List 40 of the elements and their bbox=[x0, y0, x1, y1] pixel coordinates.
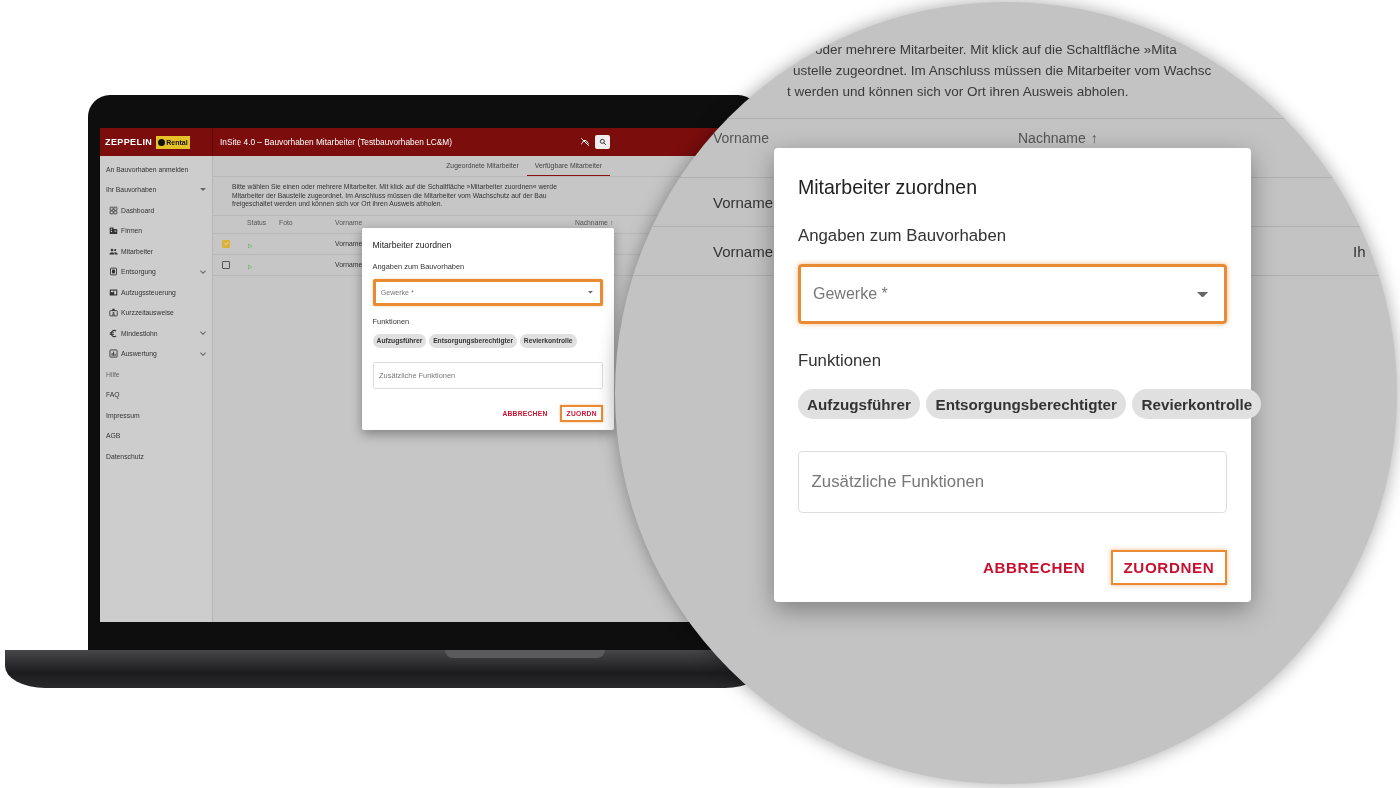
column-header: Vorname bbox=[713, 130, 770, 146]
dialog-title: Mitarbeiter zuordnen bbox=[798, 175, 977, 201]
function-chip[interactable]: Revierkontrolle bbox=[1132, 388, 1262, 420]
checkmark-icon bbox=[223, 241, 229, 246]
building-icon bbox=[109, 226, 118, 236]
grid-icon bbox=[109, 205, 118, 215]
function-chip[interactable]: Entsorgungsberechtigter bbox=[926, 388, 1127, 420]
dialog-title: Mitarbeiter zuordnen bbox=[372, 240, 452, 252]
assign-button[interactable]: ZUORDNEN bbox=[1110, 550, 1227, 585]
caret-icon bbox=[588, 291, 594, 294]
id-card-icon bbox=[109, 308, 118, 318]
search-button[interactable] bbox=[595, 135, 610, 149]
people-icon bbox=[109, 246, 118, 256]
trade-select[interactable]: Gewerke * bbox=[798, 264, 1227, 325]
description-text: ustelle zugeordnet. Im Anschluss müssen die Mitarbeiter vom Wachsc bbox=[793, 62, 1212, 80]
play-icon bbox=[247, 242, 253, 249]
additional-functions-field[interactable]: Zusätzliche Funktionen bbox=[798, 451, 1227, 514]
sort-indicator: ↑ bbox=[1090, 130, 1098, 146]
column-header: Nachname bbox=[1018, 130, 1086, 146]
table-cell: Ih bbox=[1353, 242, 1366, 260]
panel-icon bbox=[109, 287, 118, 297]
functions-label: Funktionen bbox=[798, 349, 882, 372]
description-text: t werden und können sich vor Ort ihren Ausweis abholen. bbox=[787, 83, 1129, 101]
section-heading: Angaben zum Bauvorhaben bbox=[798, 224, 1007, 247]
page-title: InSite 4.0 – Bauvorhaben Mitarbeiter (Testbauvorhaben LC&M) bbox=[220, 137, 452, 147]
chart-icon bbox=[109, 349, 118, 359]
table-cell: Vorname bbox=[713, 193, 774, 211]
euro-icon bbox=[109, 328, 118, 338]
circle-icon bbox=[158, 138, 166, 146]
row-checkbox[interactable] bbox=[222, 260, 230, 269]
row-checkbox[interactable] bbox=[222, 239, 230, 248]
play-icon bbox=[247, 263, 253, 270]
caret-icon bbox=[1196, 291, 1208, 298]
brand-logo: ZEPPELIN bbox=[105, 137, 153, 147]
bin-icon bbox=[109, 267, 118, 277]
function-chip[interactable]: Aufzugsführer bbox=[798, 388, 920, 420]
signal-off-icon bbox=[580, 137, 590, 147]
table-cell: Vorname bbox=[713, 242, 774, 260]
cancel-button[interactable]: ABBRECHEN bbox=[970, 550, 1098, 585]
search-icon bbox=[598, 138, 607, 146]
